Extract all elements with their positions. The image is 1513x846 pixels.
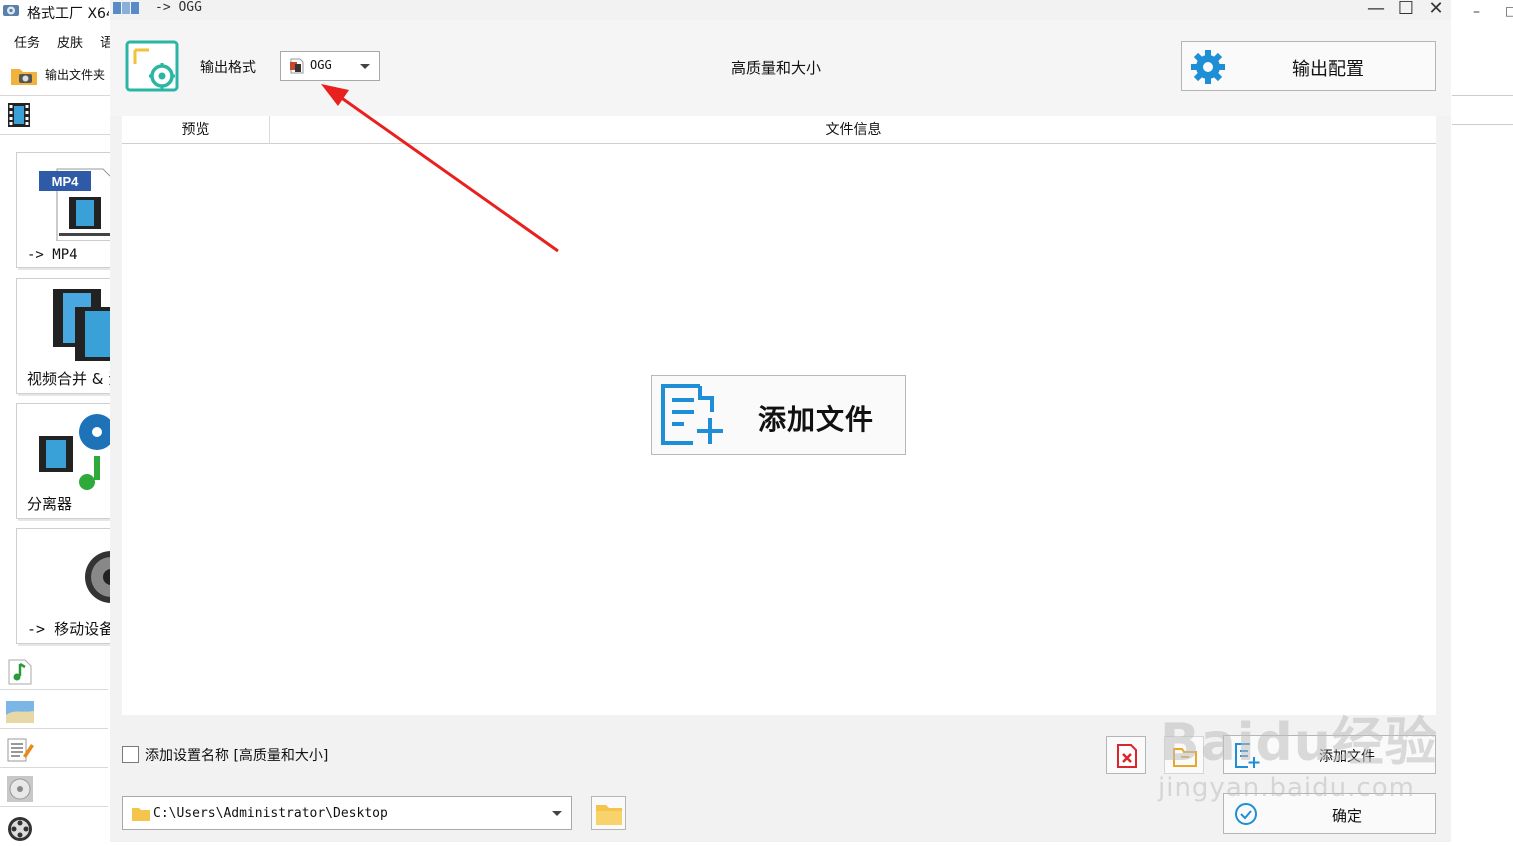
picture-icon	[6, 701, 34, 723]
add-settings-name-label[interactable]: 添加设置名称 [高质量和大小]	[145, 745, 328, 765]
ogg-file-icon	[290, 58, 304, 74]
add-file-big-button[interactable]: 添加文件	[651, 375, 906, 455]
ogg-format-icon	[113, 2, 139, 14]
output-format-select[interactable]: OGG	[280, 51, 380, 81]
dialog-title: -> OGG	[155, 0, 202, 15]
menu-skin[interactable]: 皮肤	[57, 32, 83, 51]
category-document[interactable]	[0, 730, 108, 768]
category-tools[interactable]	[0, 808, 108, 846]
folder-icon	[132, 808, 150, 821]
add-file-icon	[661, 384, 723, 445]
film-reel-icon	[8, 817, 32, 841]
baidu-watermark-url: jingyan.baidu.com	[1158, 773, 1415, 803]
column-header-preview[interactable]: 预览	[122, 116, 270, 144]
tile-to-mp4[interactable]: MP4 -> MP4	[16, 152, 111, 268]
divider	[0, 134, 110, 135]
folder-icon	[596, 805, 622, 825]
document-icon	[7, 738, 34, 762]
output-folder-label[interactable]: 输出文件夹	[45, 66, 107, 83]
browse-folder-button[interactable]	[591, 796, 626, 830]
format-factory-app-icon	[3, 5, 19, 16]
dialog-minimize-button[interactable]: —	[1362, 0, 1390, 20]
output-format-value: OGG	[310, 58, 332, 72]
tile-label: -> 移动设备	[27, 620, 111, 638]
mobile-device-icon	[85, 551, 111, 603]
output-config-button[interactable]: 输出配置	[1181, 41, 1436, 91]
dialog-close-button[interactable]: ✕	[1422, 0, 1450, 20]
check-circle-icon	[1235, 803, 1257, 825]
remove-file-icon	[1117, 744, 1137, 768]
dialog-titlebar	[110, 0, 1451, 20]
disc-icon	[7, 776, 33, 802]
add-settings-name-checkbox[interactable]	[122, 746, 139, 763]
tile-mobile-device[interactable]: -> 移动设备	[16, 528, 111, 644]
output-path-value: C:\Users\Administrator\Desktop	[153, 806, 388, 821]
main-window-right-area	[1450, 0, 1513, 842]
output-format-label: 输出格式	[200, 60, 256, 76]
output-folder-icon[interactable]	[10, 64, 38, 86]
tile-splitter[interactable]: 分离器	[16, 403, 111, 519]
gear-icon	[1191, 50, 1225, 84]
tile-label: 视频合并 & 混流	[27, 370, 111, 388]
category-disc[interactable]	[0, 769, 108, 807]
menu-language[interactable]: 语	[100, 32, 110, 51]
column-header-file-info[interactable]: 文件信息	[271, 116, 1436, 144]
output-config-label: 输出配置	[1292, 59, 1364, 80]
main-maximize-button[interactable]: □	[1505, 4, 1513, 18]
mp4-badge-text: MP4	[52, 174, 80, 189]
category-audio[interactable]	[0, 652, 108, 690]
chevron-down-icon	[552, 811, 562, 816]
remove-file-button[interactable]	[1106, 736, 1146, 774]
divider	[0, 95, 110, 96]
music-note-icon	[8, 659, 32, 685]
main-minimize-button[interactable]: –	[1473, 4, 1480, 20]
ok-label: 确定	[1332, 807, 1363, 825]
chevron-down-icon	[360, 64, 370, 69]
tile-video-merge[interactable]: 视频合并 & 混流	[16, 278, 111, 394]
quality-setting-text: 高质量和大小	[731, 59, 822, 77]
category-image[interactable]	[0, 691, 108, 729]
divider	[1452, 95, 1513, 96]
output-path-select[interactable]: C:\Users\Administrator\Desktop	[122, 796, 572, 830]
main-window-title: 格式工厂 X64	[27, 6, 109, 22]
menu-task[interactable]: 任务	[14, 32, 40, 51]
divider	[1452, 124, 1513, 125]
output-format-logo-icon	[125, 40, 179, 92]
tile-label: -> MP4	[27, 247, 78, 263]
mp4-file-icon: MP4	[39, 168, 111, 241]
dialog-maximize-button[interactable]: ☐	[1392, 0, 1420, 20]
splitter-icon	[39, 414, 111, 490]
baidu-watermark-logo: Baidu经验	[1160, 713, 1438, 773]
add-file-big-label: 添加文件	[758, 403, 875, 436]
video-merge-icon	[53, 289, 111, 361]
tile-label: 分离器	[27, 495, 73, 513]
video-category-icon[interactable]	[6, 101, 32, 129]
